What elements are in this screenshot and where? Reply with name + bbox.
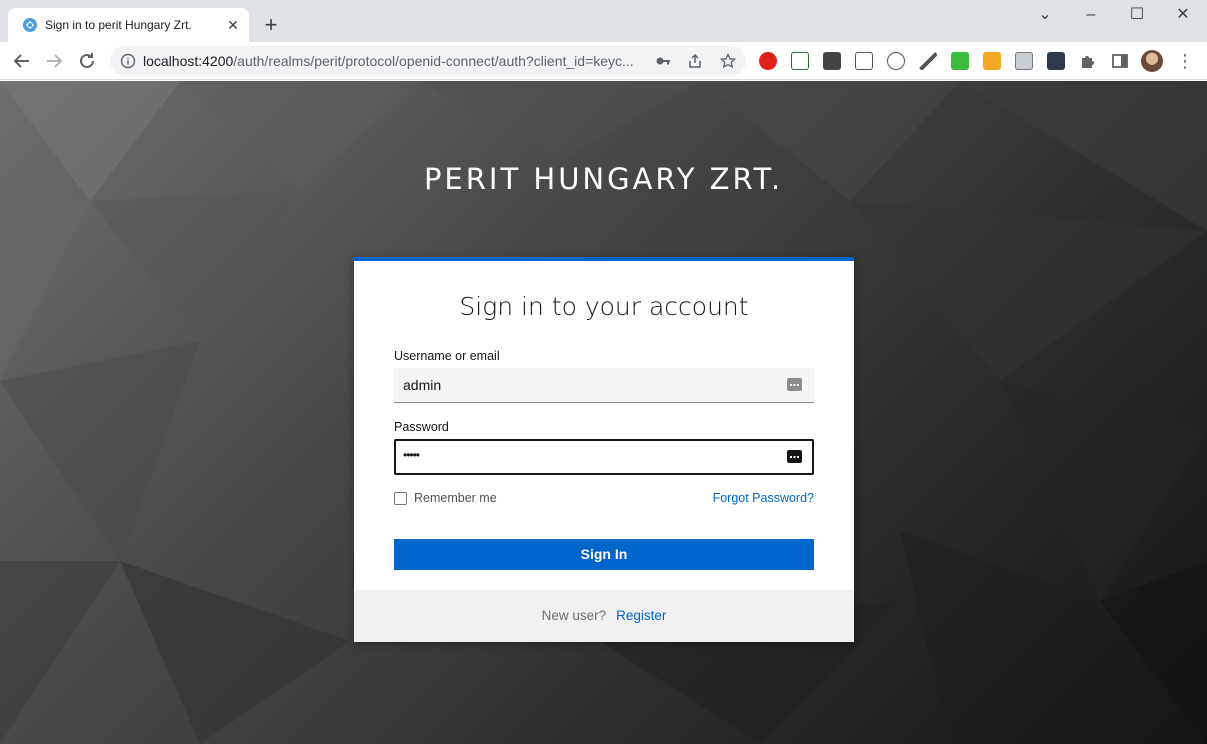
opera-extension-icon[interactable] — [759, 52, 777, 70]
key-icon[interactable] — [655, 53, 671, 69]
realm-title: PERIT HUNGARY ZRT. — [423, 162, 784, 196]
address-bar[interactable]: localhost:4200/auth/realms/perit/protoco… — [110, 46, 746, 76]
tab-strip: Sign in to perit Hungary Zrt. ✕ + ⌄ – ☐ … — [0, 0, 1207, 42]
share-icon[interactable] — [687, 53, 703, 69]
puzzle-extensions-icon[interactable] — [1079, 52, 1097, 70]
minimize-button[interactable]: – — [1079, 4, 1103, 28]
browser-toolbar: localhost:4200/auth/realms/perit/protoco… — [0, 42, 1207, 80]
star-icon[interactable] — [720, 53, 736, 69]
login-page: PERIT HUNGARY ZRT. Sign in to your accou… — [0, 81, 1207, 744]
password-field[interactable]: ••••• — [394, 439, 814, 475]
new-user-text: New user? — [541, 608, 607, 623]
dev-extension-icon[interactable] — [1047, 52, 1065, 70]
arrow-left-icon — [13, 54, 29, 68]
new-tab-button[interactable]: + — [259, 14, 283, 38]
password-label: Password — [394, 420, 449, 434]
eyedropper-extension-icon[interactable] — [919, 52, 937, 70]
settings-extension-icon[interactable] — [855, 52, 873, 70]
sign-in-button[interactable]: Sign In — [394, 539, 814, 570]
register-link[interactable]: Register — [616, 608, 666, 623]
reload-button[interactable] — [75, 49, 99, 73]
password-value: ••••• — [403, 448, 420, 462]
keycloak-favicon-icon — [23, 18, 37, 32]
close-window-button[interactable]: ✕ — [1171, 4, 1195, 28]
document-extension-icon[interactable] — [791, 52, 809, 70]
arrow-right-icon — [47, 54, 63, 68]
url-path: /auth/realms/perit/protocol/openid-conne… — [233, 53, 634, 69]
forgot-password-link[interactable]: Forgot Password? — [713, 491, 814, 505]
remember-me-checkbox[interactable] — [394, 491, 407, 505]
login-card: Sign in to your account Username or emai… — [354, 257, 854, 642]
maximize-button[interactable]: ☐ — [1125, 4, 1149, 28]
info-icon[interactable] — [120, 53, 136, 69]
password-manager-icon[interactable] — [787, 450, 802, 463]
orange-extension-icon[interactable] — [983, 52, 1001, 70]
username-label: Username or email — [394, 349, 500, 363]
username-field[interactable]: admin — [394, 368, 814, 403]
remember-me[interactable]: Remember me — [394, 491, 497, 505]
password-manager-icon[interactable] — [787, 378, 802, 391]
card-footer: New user? Register — [354, 590, 854, 642]
side-panel-icon[interactable] — [1111, 52, 1129, 70]
tab-search-icon[interactable]: ⌄ — [1033, 4, 1057, 28]
url-host: localhost:4200 — [143, 53, 234, 69]
k-extension-icon[interactable] — [823, 52, 841, 70]
browser-menu-icon[interactable]: ⋮ — [1176, 50, 1194, 72]
forward-button[interactable] — [42, 49, 66, 73]
reload-icon — [80, 53, 94, 68]
card-title: Sign in to your account — [459, 292, 749, 321]
back-button[interactable] — [10, 49, 34, 73]
url-text: localhost:4200/auth/realms/perit/protoco… — [143, 53, 634, 69]
username-value: admin — [403, 377, 442, 393]
code-extension-icon[interactable] — [887, 52, 905, 70]
close-tab-icon[interactable]: ✕ — [224, 16, 242, 34]
browser-tab[interactable]: Sign in to perit Hungary Zrt. ✕ — [8, 8, 249, 42]
image-extension-icon[interactable] — [1015, 52, 1033, 70]
tab-title: Sign in to perit Hungary Zrt. — [45, 18, 192, 32]
remember-me-label[interactable]: Remember me — [414, 491, 497, 505]
json-extension-icon[interactable] — [951, 52, 969, 70]
profile-avatar[interactable] — [1141, 50, 1163, 72]
